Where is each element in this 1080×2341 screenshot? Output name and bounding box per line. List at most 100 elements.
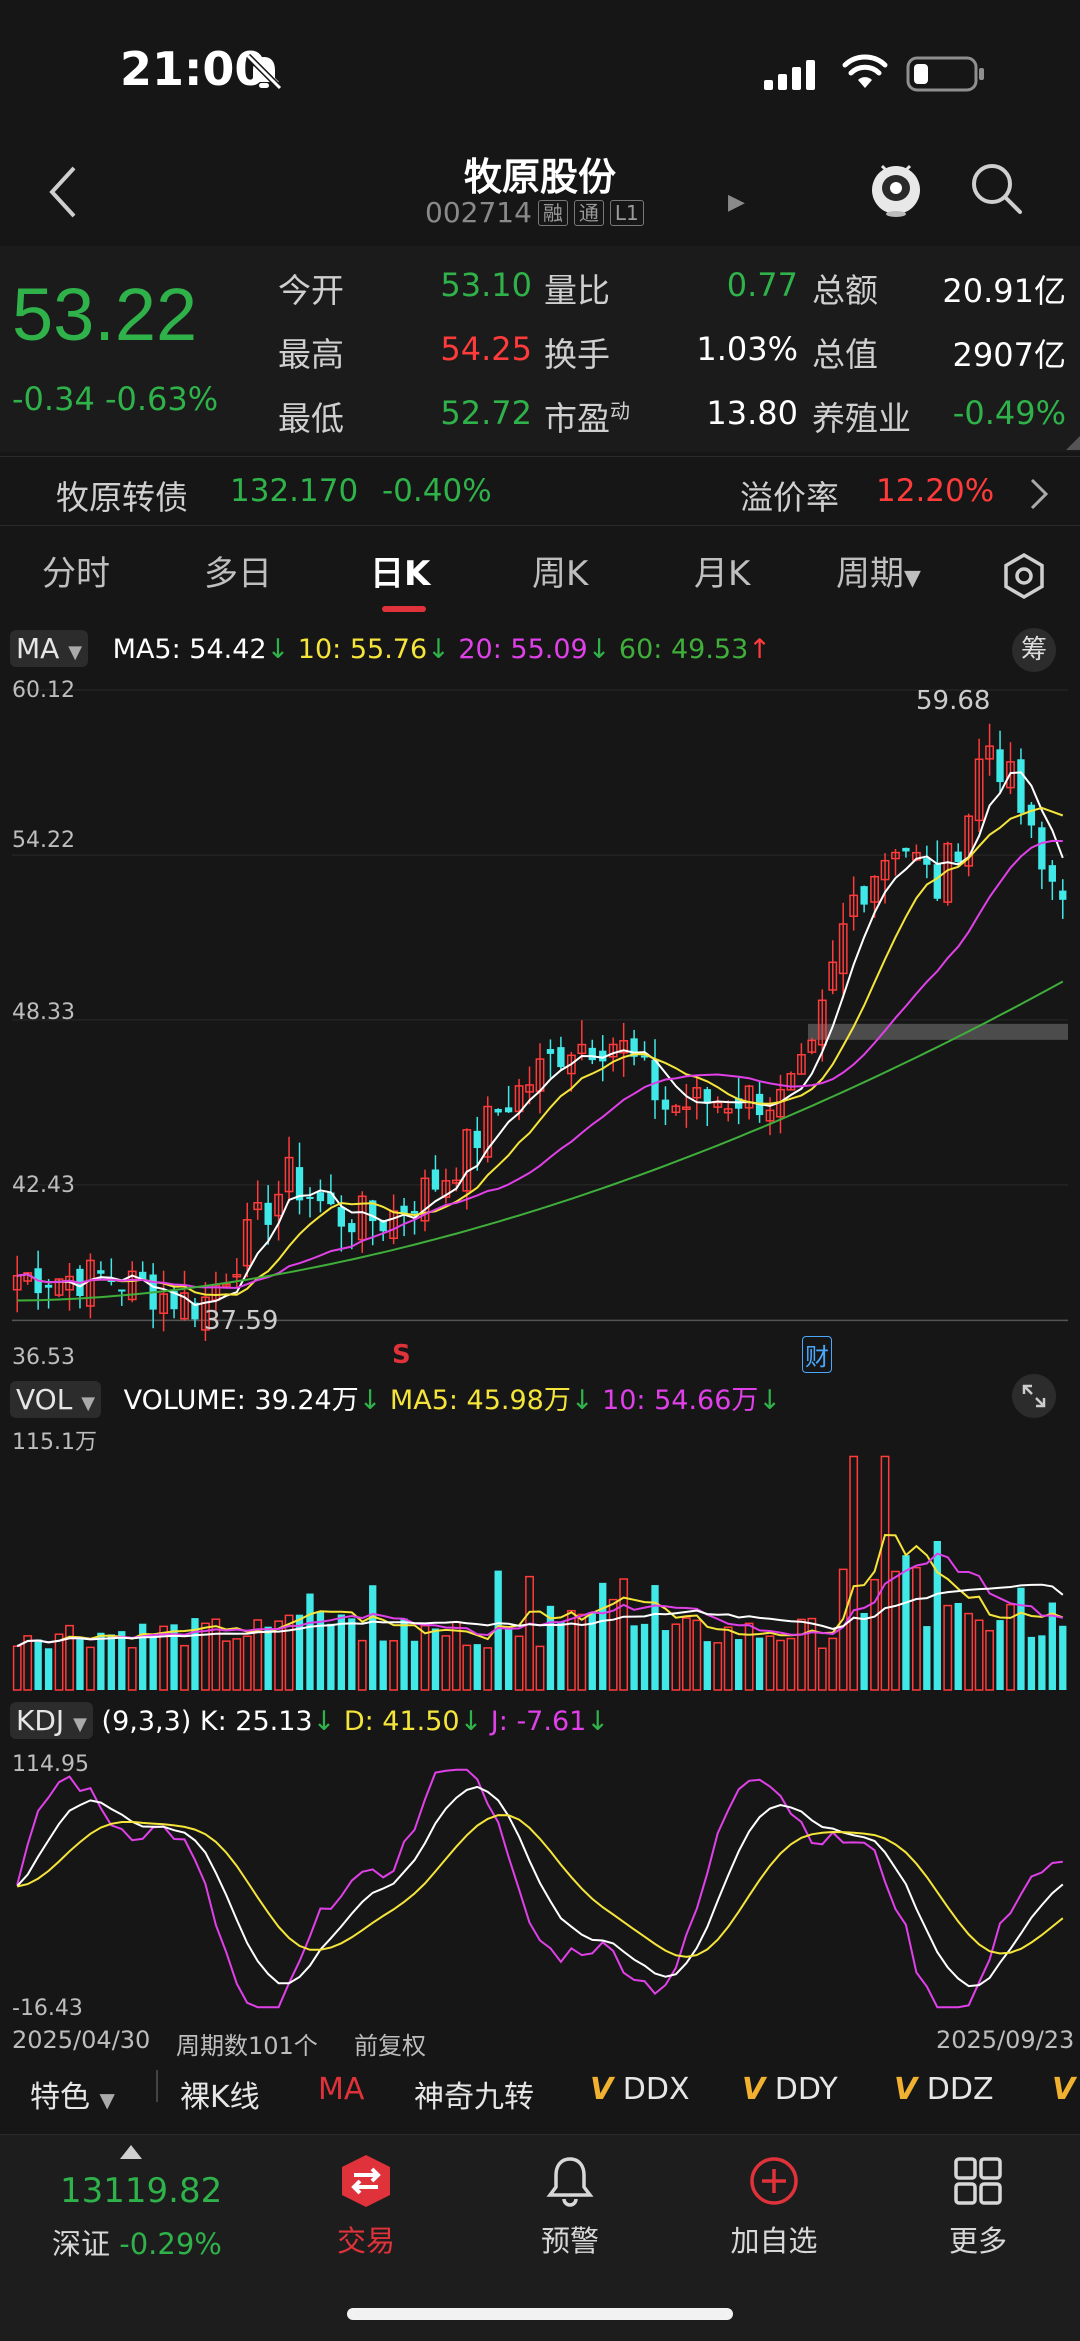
kdj-params: (9,3,3) (101, 1706, 192, 1737)
volume-ma5: MA5: 45.98万 (389, 1385, 571, 1416)
nav-more[interactable]: 更多 (908, 2153, 1048, 2260)
search-icon[interactable] (968, 160, 1024, 216)
volume-bar (681, 1617, 691, 1691)
volume-bar (369, 1585, 377, 1690)
tab-intraday[interactable]: 分时 (42, 546, 110, 595)
ma-legend: MA ▼ MA5: 54.42↓ 10: 55.76↓ 20: 55.09↓ 6… (10, 630, 771, 667)
nav-add-watchlist[interactable]: 加自选 (704, 2153, 844, 2260)
ma60-value: 60: 49.53 (618, 634, 749, 665)
volume-selector[interactable]: VOL ▼ (10, 1381, 102, 1418)
index-value[interactable]: 13119.82 (60, 2171, 222, 2211)
adjust-mode[interactable]: 前复权 (354, 2026, 426, 2061)
tab-period[interactable]: 周期▼ (836, 546, 921, 595)
volume-bar (974, 1619, 984, 1691)
candle-body (337, 1207, 346, 1227)
toolbar-magic-nine[interactable]: 神奇九转 (414, 2072, 534, 2116)
expand-icon[interactable] (1012, 1374, 1056, 1418)
volume-bar (107, 1634, 115, 1690)
candle-body (431, 1169, 440, 1190)
back-button[interactable] (42, 160, 86, 224)
pe-label: 市盈动 (544, 399, 630, 438)
candle-body (1017, 759, 1025, 813)
toolbar-ddz[interactable]: V DDZ (894, 2072, 994, 2107)
kdj-chart[interactable] (0, 1748, 1080, 2024)
volume-bar (54, 1633, 64, 1691)
tab-weekly-k[interactable]: 周K (532, 546, 588, 595)
volume-bar (608, 1598, 618, 1691)
toolbar-naked-k[interactable]: 裸K线 (180, 2072, 260, 2116)
convertible-bond-row[interactable]: 牧原转债 132.170 -0.40% 溢价率 12.20% (0, 456, 1080, 526)
settings-icon[interactable] (1000, 552, 1048, 600)
next-stock-arrow-icon[interactable]: ▶ (728, 190, 745, 215)
ma10-value: 10: 55.76 (297, 634, 428, 665)
quote-panel: 53.22 -0.34 -0.63% 今开 最高 最低 53.10 54.25 … (0, 246, 1080, 452)
volume-bar (504, 1627, 513, 1690)
volume-bar (651, 1585, 659, 1690)
volume-bar (703, 1641, 711, 1690)
toolbar-ddx[interactable]: V DDX (590, 2072, 690, 2107)
last-price: 53.22 (12, 273, 198, 356)
volume-bar (34, 1639, 42, 1690)
kdj-selector[interactable]: KDJ ▼ (10, 1702, 93, 1739)
volume-bar (744, 1622, 754, 1691)
change-percent: -0.63% (104, 380, 219, 418)
chip-distribution-button[interactable]: 筹 (1012, 628, 1056, 672)
tab-daily-k[interactable]: 日K (370, 546, 430, 595)
volume-ratio-value: 0.77 (726, 266, 798, 304)
sector-label[interactable]: 养殖业 (812, 392, 911, 440)
volume-bar (661, 1630, 670, 1690)
volume-bar (431, 1628, 440, 1690)
toolbar-ddy[interactable]: V DDY (742, 2072, 838, 2107)
volume-ma10: 10: 54.66万 (602, 1385, 759, 1416)
volume-bar (76, 1638, 84, 1690)
ma5-value: MA5: 54.42 (112, 634, 267, 665)
toolbar-more-v-icon[interactable]: V (1052, 2072, 1075, 2107)
nav-trade[interactable]: 交易 (296, 2153, 436, 2260)
volume-bar (923, 1626, 931, 1690)
candle-body (546, 1049, 555, 1054)
bond-name: 牧原转债 (56, 478, 188, 517)
volume-bar (473, 1644, 481, 1690)
candle-body (306, 1196, 314, 1199)
tab-monthly-k[interactable]: 月K (694, 546, 750, 595)
tab-multi-day[interactable]: 多日 (204, 546, 272, 595)
ma20-value: 20: 55.09 (458, 634, 588, 665)
volume-bar (327, 1623, 335, 1690)
candle-body (400, 1205, 408, 1214)
volume-bar (796, 1618, 806, 1691)
financial-report-mark[interactable]: 财 (802, 1336, 832, 1373)
candle-body (996, 749, 1004, 783)
volume-bar (97, 1632, 105, 1690)
volume-bar (996, 1620, 1004, 1690)
start-date: 2025/04/30 (12, 2026, 151, 2054)
volume-bar (127, 1647, 137, 1691)
amount-value: 20.91亿 (942, 272, 1066, 310)
volume-bar (891, 1570, 900, 1691)
stock-code: 002714 (425, 196, 532, 229)
kline-axis-label: 42.43 (12, 1173, 75, 1198)
kline-axis-label: 48.33 (12, 1000, 75, 1025)
volume-bar (776, 1639, 785, 1691)
kdj-legend: KDJ ▼ (9,3,3) K: 25.13↓ D: 41.50↓ J: -7.… (10, 1702, 609, 1739)
bell-icon (546, 2157, 594, 2207)
volume-bar (337, 1614, 346, 1690)
volume-chart[interactable] (0, 1420, 1080, 1696)
volume-bar (65, 1624, 74, 1691)
index-info[interactable]: 深证 -0.29% (52, 2221, 222, 2263)
chevron-right-icon (1030, 478, 1049, 510)
assistant-robot-icon[interactable] (868, 158, 924, 218)
connect-tag: 通 (573, 199, 604, 226)
nav-alert[interactable]: 预警 (500, 2153, 640, 2260)
volume-bar (985, 1629, 994, 1691)
kline-chart[interactable] (0, 676, 1080, 1366)
corner-expand-icon[interactable] (1066, 436, 1080, 450)
active-tab-indicator (382, 606, 426, 612)
home-indicator (347, 2308, 733, 2320)
feature-menu[interactable]: 特色 ▼ (30, 2072, 115, 2116)
chart-tabs: 分时 多日 日K 周K 月K 周期▼ (0, 538, 1080, 614)
sell-signal-mark: S (392, 1340, 411, 1370)
toolbar-ma[interactable]: MA (318, 2072, 364, 2107)
volume-bar (817, 1647, 827, 1691)
ma-selector[interactable]: MA ▼ (10, 630, 89, 667)
change-value: -0.34 (12, 380, 95, 418)
